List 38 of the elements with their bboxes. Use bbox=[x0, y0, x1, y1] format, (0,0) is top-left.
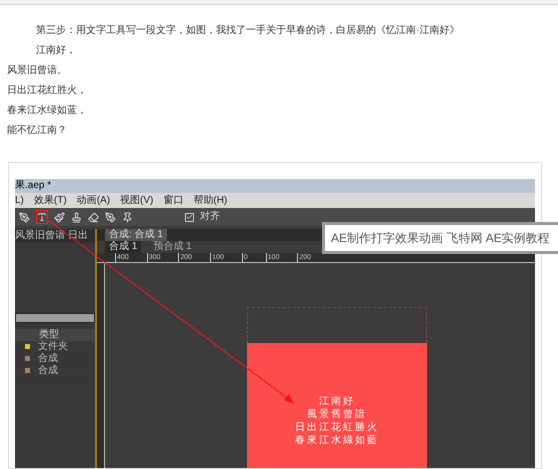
article-text: 能不忆江南？ bbox=[6, 124, 68, 138]
snap-label: 对齐 bbox=[200, 212, 220, 222]
search-field[interactable] bbox=[15, 313, 95, 323]
menu-item[interactable]: 动画(A) bbox=[76, 196, 110, 206]
breadcrumb[interactable]: 合成 1 bbox=[105, 241, 142, 253]
article-text: 春来江水绿如蓝， bbox=[6, 104, 88, 118]
poem-line: 風景舊曾諳 bbox=[307, 408, 367, 421]
brush-icon[interactable] bbox=[54, 212, 65, 222]
window-title: 果.aep * bbox=[15, 181, 52, 191]
article-text: 风景旧曾谙。 bbox=[6, 64, 68, 78]
item-name: 文件夹 bbox=[38, 342, 68, 352]
menu-item[interactable]: 视图(V) bbox=[120, 196, 154, 206]
article-text: 日出江花红胜火， bbox=[6, 84, 88, 98]
poem-line: 日出江花紅勝火 bbox=[295, 421, 379, 434]
eraser-icon[interactable] bbox=[88, 212, 99, 222]
tooltip-text: AE制作打字效果动画 飞特网 AE实例教程 bbox=[331, 230, 550, 247]
text-tool-button[interactable] bbox=[36, 210, 48, 224]
project-item[interactable]: 合成 bbox=[15, 365, 95, 377]
article-text: 江南好， bbox=[35, 44, 77, 58]
stamp-icon[interactable] bbox=[71, 212, 82, 222]
item-name: 合成 bbox=[38, 366, 58, 376]
article-text: 第三步：用文字工具写一段文字，如图，我找了一手关于早春的诗，白居易的《忆江南·江南好》 bbox=[35, 24, 460, 38]
pen-icon[interactable] bbox=[19, 212, 30, 222]
pin-icon[interactable] bbox=[122, 212, 133, 222]
panel-tab[interactable]: 风景旧曾谙 日出 bbox=[15, 229, 95, 243]
menu-item[interactable]: L) bbox=[15, 196, 24, 206]
item-name: 合成 bbox=[38, 354, 58, 364]
menu-item[interactable]: 效果(T) bbox=[34, 196, 67, 206]
menu-item[interactable]: 窗口 bbox=[163, 196, 184, 206]
column-label: 类型 bbox=[39, 330, 59, 340]
project-item[interactable]: 合成 bbox=[15, 353, 95, 365]
snap-checkbox[interactable] bbox=[185, 212, 194, 222]
poem-line: 江南好 bbox=[319, 395, 355, 408]
comp-tab[interactable]: 合成: 合成 1 bbox=[105, 229, 167, 241]
breadcrumb[interactable]: 预合成 1 bbox=[149, 241, 196, 253]
menu-item[interactable]: 帮助(H) bbox=[193, 196, 228, 206]
poem-line: 春來江水綠如藍 bbox=[295, 434, 379, 447]
project-item[interactable]: 文件夹 bbox=[15, 341, 95, 353]
